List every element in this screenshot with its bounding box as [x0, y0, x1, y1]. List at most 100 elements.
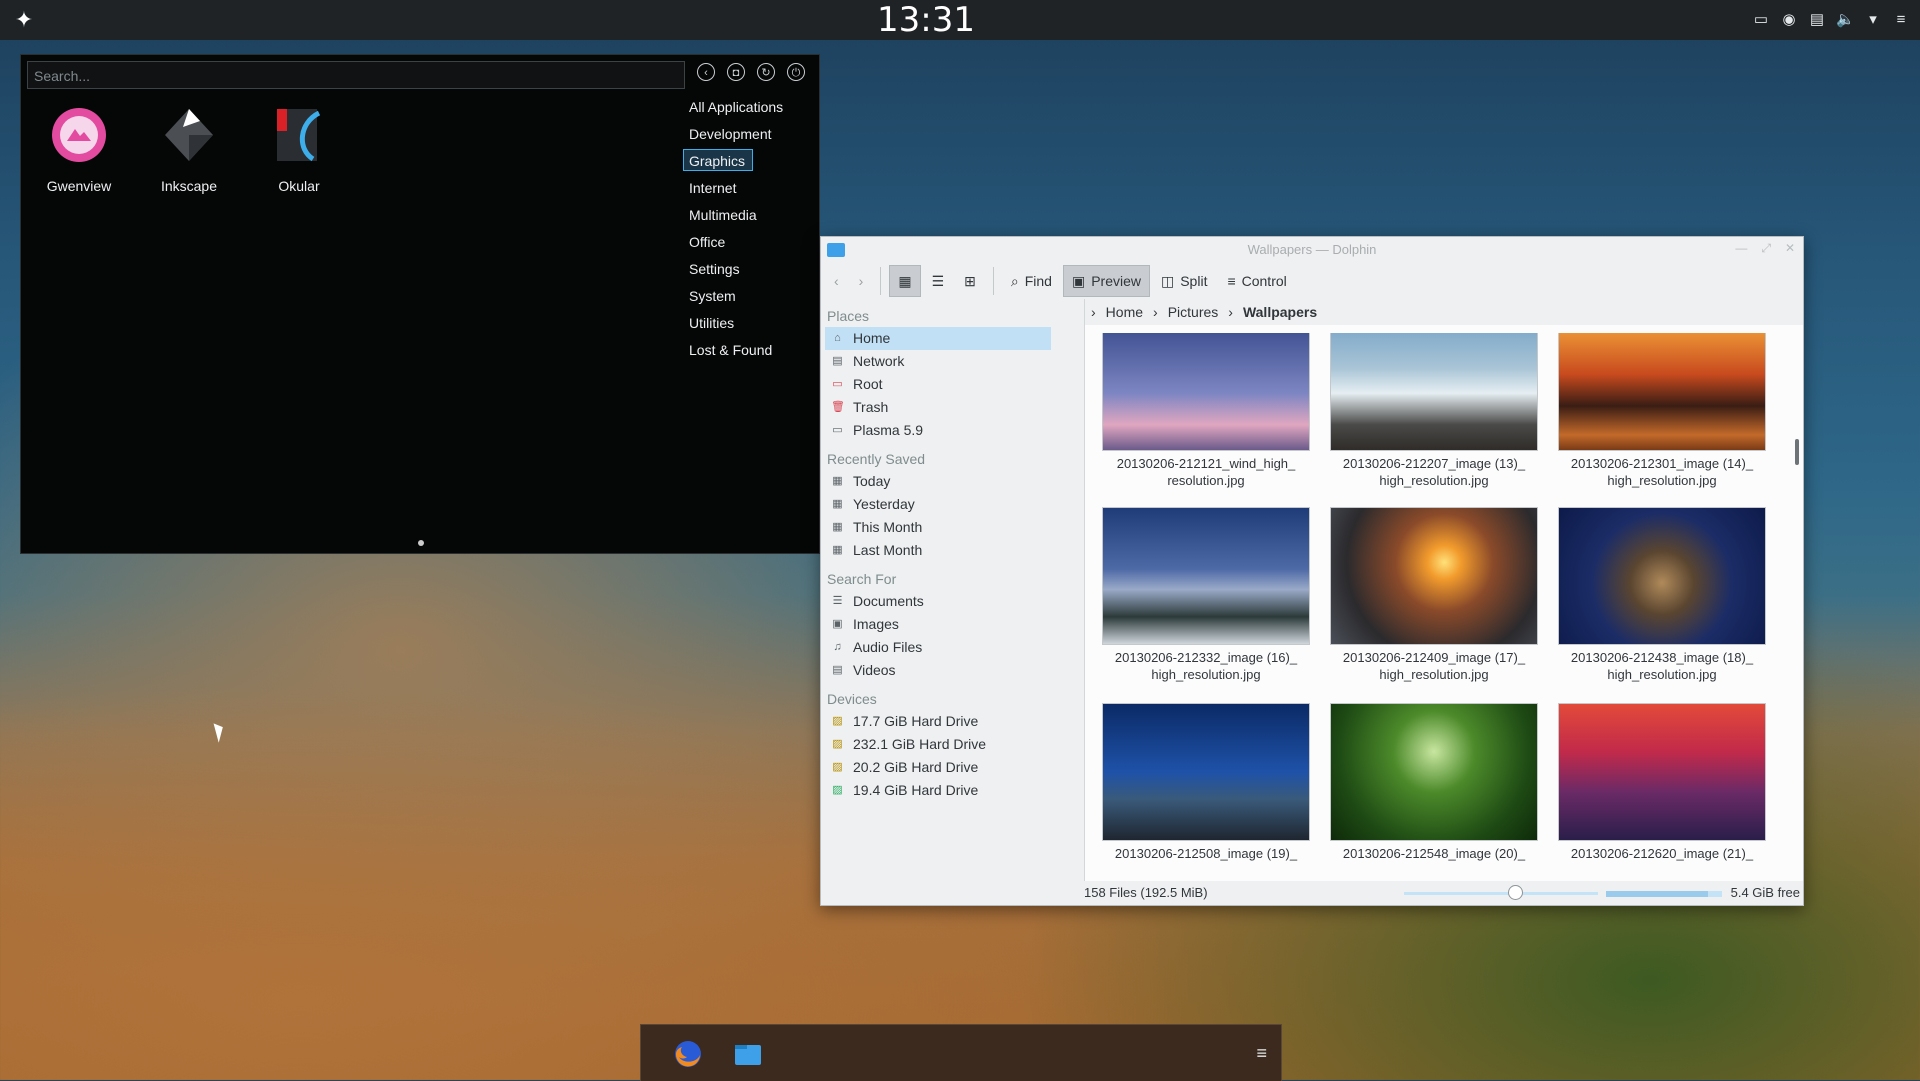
category-all-applications[interactable]: All Applications — [683, 95, 811, 117]
launcher-search-input[interactable]: Search... — [27, 61, 685, 89]
place-plasma[interactable]: ▭ Plasma 5.9 — [825, 419, 1051, 442]
leave-icon[interactable]: ‹ — [697, 63, 715, 81]
file-item[interactable]: 20130206-212207_image (13)_ high_resolut… — [1329, 333, 1539, 489]
calendar-icon: ▦ — [832, 521, 843, 533]
close-icon[interactable]: ✕ — [1785, 241, 1795, 256]
file-name-line1: 20130206-212620_image (21)_ — [1570, 846, 1754, 861]
recent-yesterday[interactable]: ▦ Yesterday — [825, 493, 1051, 516]
split-icon: ◫ — [1160, 273, 1175, 289]
application-launcher: Search... ‹ ◘ ↻ ⏻ Gwenview Inkscape Okul… — [20, 54, 820, 554]
file-thumbnail — [1558, 703, 1766, 841]
calendar-icon: ▦ — [832, 544, 843, 556]
title-bar[interactable]: Wallpapers — Dolphin — ⤢ ✕ — [821, 237, 1803, 263]
place-home[interactable]: ⌂ Home — [825, 327, 1051, 350]
category-settings[interactable]: Settings — [683, 257, 811, 279]
app-okular[interactable]: Okular — [255, 105, 343, 194]
category-internet[interactable]: Internet — [683, 176, 811, 198]
split-button[interactable]: ◫ Split — [1152, 265, 1216, 297]
category-system[interactable]: System — [683, 284, 811, 306]
category-utilities[interactable]: Utilities — [683, 311, 811, 333]
category-office[interactable]: Office — [683, 230, 811, 252]
music-icon: ♫ — [833, 641, 842, 653]
hard-drive-icon: ▨ — [832, 761, 843, 773]
zoom-slider-handle[interactable] — [1507, 885, 1523, 900]
file-count: 158 Files (192.5 MiB) — [1084, 885, 1208, 900]
split-label: Split — [1180, 273, 1208, 289]
preview-button[interactable]: ▣ Preview — [1062, 265, 1150, 297]
file-item[interactable]: 20130206-212121_wind_high_ resolution.jp… — [1101, 333, 1311, 489]
recent-last-month[interactable]: ▦ Last Month — [825, 539, 1051, 562]
breadcrumb-home[interactable]: Home — [1106, 299, 1143, 325]
place-root[interactable]: ▭ Root — [825, 373, 1051, 396]
file-name-line1: 20130206-212121_wind_high_ — [1116, 456, 1296, 471]
dolphin-icon[interactable] — [733, 1039, 763, 1069]
device-icon[interactable]: ◉ — [1780, 11, 1798, 29]
page-indicator[interactable] — [418, 540, 424, 546]
file-item[interactable]: 20130206-212301_image (14)_ high_resolut… — [1557, 333, 1767, 489]
document-icon: ☰ — [832, 595, 843, 607]
file-name-line1: 20130206-212548_image (20)_ — [1342, 846, 1526, 861]
device-drive-1[interactable]: ▨ 17.7 GiB Hard Drive — [825, 710, 1051, 733]
compact-view-button[interactable]: ☰ — [923, 265, 954, 297]
app-gwenview[interactable]: Gwenview — [35, 105, 123, 194]
file-item[interactable]: 20130206-212508_image (19)_ — [1101, 703, 1311, 862]
file-thumbnail — [1558, 333, 1766, 451]
device-drive-3[interactable]: ▨ 20.2 GiB Hard Drive — [825, 756, 1051, 779]
search-videos[interactable]: ▤ Videos — [825, 659, 1051, 682]
details-view-button[interactable]: ⊞ — [955, 265, 985, 297]
window-content: Places ⌂ Home ▤ Network ▭ Root 🗑 Trash ▭ Plas… — [821, 299, 1803, 881]
file-item[interactable]: 20130206-212332_image (16)_ high_resolut… — [1101, 507, 1311, 683]
minimize-icon[interactable]: — — [1735, 241, 1747, 256]
category-development[interactable]: Development — [683, 122, 811, 144]
arrow-left-icon: ‹ — [834, 273, 839, 289]
root-folder-icon: ▭ — [832, 378, 843, 390]
device-drive-4[interactable]: ▨ 19.4 GiB Hard Drive — [825, 779, 1051, 802]
file-item[interactable]: 20130206-212548_image (20)_ — [1329, 703, 1539, 862]
category-lost-and-found[interactable]: Lost & Found — [683, 338, 811, 360]
power-icon[interactable]: ⏻ — [787, 63, 805, 81]
file-item[interactable]: 20130206-212620_image (21)_ — [1557, 703, 1767, 862]
search-icon: ⌕ — [1010, 273, 1019, 289]
recent-this-month[interactable]: ▦ This Month — [825, 516, 1051, 539]
restart-icon[interactable]: ↻ — [757, 63, 775, 81]
category-multimedia[interactable]: Multimedia — [683, 203, 811, 225]
file-item[interactable]: 20130206-212438_image (18)_ high_resolut… — [1557, 507, 1767, 683]
place-label: Root — [853, 376, 883, 392]
chevron-down-icon[interactable]: ▾ — [1864, 11, 1882, 29]
place-network[interactable]: ▤ Network — [825, 350, 1051, 373]
recent-today[interactable]: ▦ Today — [825, 470, 1051, 493]
file-name-line1: 20130206-212438_image (18)_ — [1570, 650, 1754, 665]
place-label: Images — [853, 616, 899, 632]
file-item[interactable]: 20130206-212409_image (17)_ high_resolut… — [1329, 507, 1539, 683]
zoom-slider[interactable] — [1404, 885, 1598, 900]
icons-view-button[interactable]: ▦ — [889, 265, 921, 297]
maximize-icon[interactable]: ⤢ — [1761, 241, 1771, 256]
forward-button[interactable]: › — [850, 265, 873, 297]
clipboard-icon[interactable]: ▤ — [1808, 11, 1826, 29]
place-trash[interactable]: 🗑 Trash — [825, 396, 1051, 419]
find-button[interactable]: ⌕ Find — [1002, 265, 1061, 297]
lock-icon[interactable]: ◘ — [727, 63, 745, 81]
category-graphics[interactable]: Graphics — [683, 149, 753, 171]
search-audio-files[interactable]: ♫ Audio Files — [825, 636, 1051, 659]
control-button[interactable]: ≡ Control — [1218, 265, 1295, 297]
device-drive-2[interactable]: ▨ 232.1 GiB Hard Drive — [825, 733, 1051, 756]
firefox-icon[interactable] — [673, 1039, 703, 1069]
menu-icon[interactable]: ≡ — [1892, 11, 1910, 29]
breadcrumb-pictures[interactable]: Pictures — [1168, 299, 1219, 325]
app-inkscape[interactable]: Inkscape — [145, 105, 233, 194]
clock[interactable]: 13:31 — [0, 0, 1852, 40]
file-thumbnail — [1102, 333, 1310, 451]
taskbar-menu-icon[interactable]: ≡ — [1256, 1043, 1267, 1064]
hamburger-icon: ≡ — [1227, 273, 1236, 289]
app-grid: Gwenview Inkscape Okular — [35, 105, 343, 194]
vertical-scrollbar[interactable] — [1795, 439, 1799, 465]
search-documents[interactable]: ☰ Documents — [825, 590, 1051, 613]
volume-icon[interactable]: 🔈 — [1836, 11, 1855, 29]
search-images[interactable]: ▣ Images — [825, 613, 1051, 636]
system-tray: ▭ ◉ ▤ 🔈 ▾ ≡ — [1752, 6, 1910, 34]
screen-icon[interactable]: ▭ — [1752, 11, 1770, 29]
breadcrumb-wallpapers[interactable]: Wallpapers — [1243, 299, 1317, 325]
recently-saved-header: Recently Saved — [827, 451, 926, 467]
back-button[interactable]: ‹ — [825, 265, 848, 297]
